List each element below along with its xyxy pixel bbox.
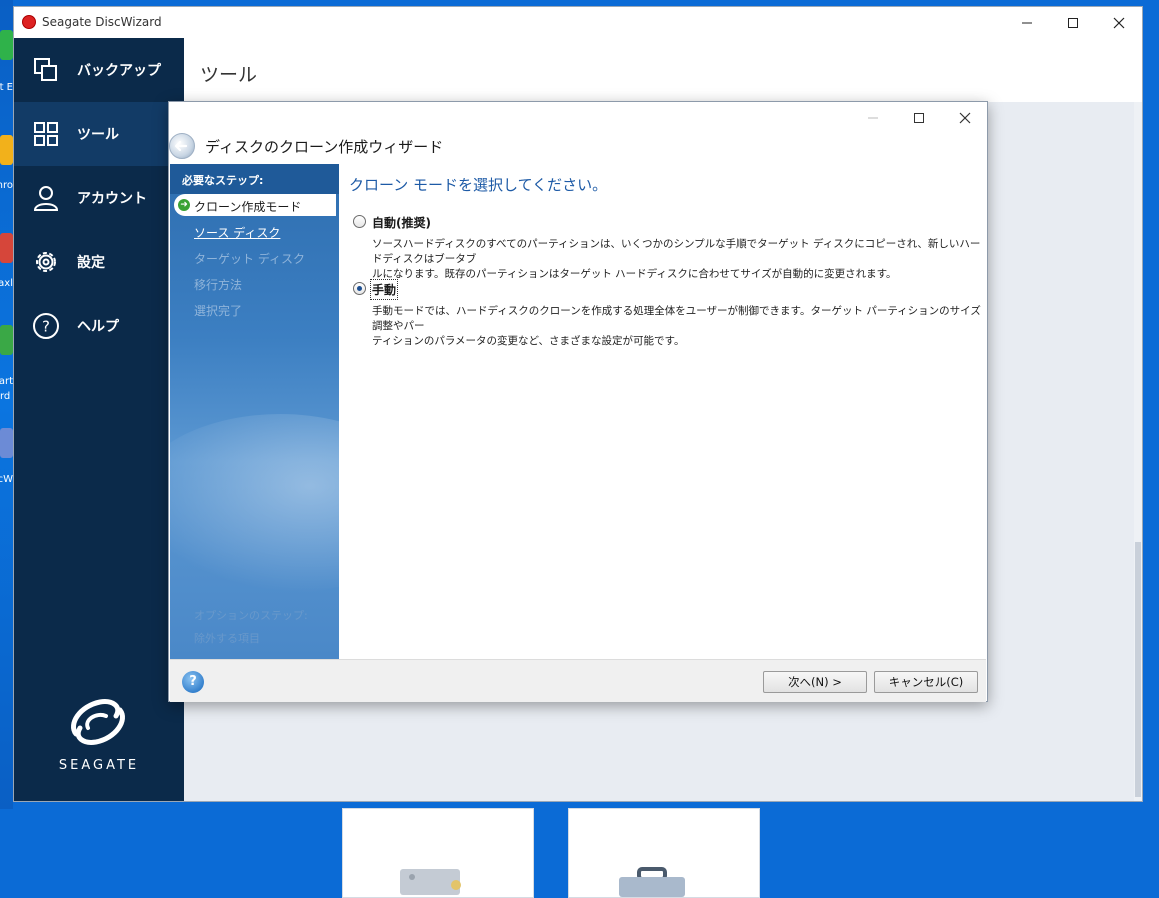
- tool-card[interactable]: [342, 808, 534, 898]
- desktop-shortcut-icon[interactable]: [0, 30, 13, 60]
- close-icon: [1113, 17, 1125, 28]
- wizard-content-pane: クローン モードを選択してください。 自動(推奨) ソースハードディスクのすべて…: [339, 164, 987, 659]
- app-logo-icon: [22, 15, 36, 29]
- desktop-shortcut-icon[interactable]: [0, 325, 13, 355]
- window-title: Seagate DiscWizard: [42, 15, 162, 29]
- sidebar-item-label: ツール: [77, 127, 119, 143]
- manual-mode-radio[interactable]: [353, 282, 366, 295]
- wizard-heading: クローン モードを選択してください。: [349, 176, 608, 194]
- wizard-steps-pane: 必要なステップ: ➜ クローン作成モード ソース ディスク ターゲット ディスク…: [170, 164, 339, 659]
- dialog-maximize-button[interactable]: [897, 106, 941, 130]
- step-finish: 選択完了: [194, 304, 243, 318]
- auto-mode-description: ソースハードディスクのすべてのパーティションは、いくつかのシンプルな手順でターゲ…: [372, 237, 982, 282]
- grid-icon: [34, 122, 58, 146]
- steps-header: 必要なステップ:: [170, 164, 339, 194]
- scrollbar[interactable]: [1134, 102, 1142, 801]
- auto-mode-label[interactable]: 自動(推奨): [372, 214, 431, 231]
- minimize-icon: [1022, 22, 1032, 23]
- sidebar-item-tools[interactable]: ツール: [14, 102, 184, 166]
- dialog-minimize-button[interactable]: [851, 106, 895, 130]
- wizard-title: ディスクのクローン作成ウィザード: [205, 138, 444, 156]
- desktop-shortcut-label: art: [0, 376, 13, 387]
- help-icon: ?: [33, 313, 59, 339]
- title-bar[interactable]: Seagate DiscWizard: [14, 7, 1142, 38]
- close-button[interactable]: [1096, 7, 1142, 38]
- desktop-shortcut-icon[interactable]: [0, 428, 13, 458]
- manual-mode-label[interactable]: 手動: [369, 279, 399, 300]
- sidebar-item-settings[interactable]: 設定: [14, 230, 184, 294]
- description-line: ルになります。既存のパーティションはターゲット ハードディスクに合わせてサイズが…: [372, 268, 897, 280]
- description-line: ティションのパラメータの変更など、さまざまな設定が可能です。: [372, 335, 685, 347]
- seagate-logo-icon: [71, 699, 125, 745]
- sidebar-item-account[interactable]: アカウント: [14, 166, 184, 230]
- step-clone-mode[interactable]: ➜ クローン作成モード: [174, 194, 336, 216]
- person-icon: [33, 186, 59, 211]
- auto-mode-radio[interactable]: [353, 215, 366, 228]
- dialog-close-button[interactable]: [943, 106, 987, 130]
- disk-icon: [400, 869, 461, 895]
- description-line: 手動モードでは、ハードディスクのクローンを作成する処理全体をユーザーが制御できま…: [372, 305, 981, 332]
- desktop-shortcut-label: cW: [0, 474, 13, 485]
- current-step-arrow-icon: ➜: [178, 199, 190, 211]
- tool-card[interactable]: [568, 808, 760, 898]
- cancel-button[interactable]: キャンセル(C): [874, 671, 978, 693]
- arrow-left-icon: [174, 140, 188, 152]
- minimize-icon: [868, 117, 878, 119]
- sidebar-item-label: バックアップ: [77, 63, 161, 79]
- svg-text:?: ?: [42, 318, 50, 336]
- step-exclude-items: 除外する項目: [194, 632, 260, 645]
- minimize-button[interactable]: [1004, 7, 1050, 38]
- close-icon: [959, 112, 971, 124]
- description-line: ソースハードディスクのすべてのパーティションは、いくつかのシンプルな手順でターゲ…: [372, 238, 981, 265]
- sidebar-item-help[interactable]: ? ヘルプ: [14, 294, 184, 358]
- gear-icon: [36, 252, 56, 272]
- sidebar-item-backup[interactable]: バックアップ: [14, 38, 184, 102]
- wizard-back-icon: [169, 133, 195, 159]
- copy-icon: [34, 58, 57, 81]
- brand-wordmark: SEAGATE: [58, 758, 140, 773]
- desktop-shortcut-label: rd: [0, 391, 11, 402]
- desktop-shortcut-label: axl: [0, 278, 13, 289]
- desktop-background: t E hro axl art rd cW: [0, 0, 13, 809]
- optional-steps-header: オプションのステップ:: [194, 609, 308, 622]
- clone-disk-wizard-dialog: ディスクのクローン作成ウィザード 必要なステップ: ➜ クローン作成モード ソー…: [168, 101, 988, 702]
- desktop-shortcut-icon[interactable]: [0, 135, 13, 165]
- step-migration-method: 移行方法: [194, 278, 243, 292]
- sidebar: バックアップ ツール アカウント 設定 ? ヘルプ SEAGATE: [14, 38, 184, 801]
- page-title: ツール: [200, 64, 258, 86]
- scrollbar-thumb[interactable]: [1135, 542, 1141, 797]
- desktop-shortcut-label: hro: [0, 180, 13, 191]
- wizard-footer: ? 次へ(N) > キャンセル(C): [170, 659, 986, 702]
- sidebar-item-label: アカウント: [77, 191, 147, 207]
- manual-mode-description: 手動モードでは、ハードディスクのクローンを作成する処理全体をユーザーが制御できま…: [372, 304, 982, 349]
- content-header: ツール: [184, 38, 1142, 102]
- maximize-icon: [1068, 17, 1078, 28]
- step-label: クローン作成モード: [194, 200, 302, 214]
- desktop-shortcut-icon[interactable]: [0, 233, 13, 263]
- step-target-disk: ターゲット ディスク: [194, 252, 305, 266]
- maximize-button[interactable]: [1050, 7, 1096, 38]
- toolbox-icon: [619, 867, 685, 897]
- maximize-icon: [914, 113, 924, 123]
- desktop-shortcut-label: t E: [0, 82, 13, 93]
- help-button[interactable]: ?: [182, 671, 204, 693]
- next-button[interactable]: 次へ(N) >: [763, 671, 867, 693]
- sidebar-item-label: 設定: [77, 255, 105, 271]
- steps-header-label: 必要なステップ:: [182, 174, 264, 187]
- decorative-wave: [170, 414, 339, 594]
- step-source-disk[interactable]: ソース ディスク: [194, 224, 280, 241]
- sidebar-item-label: ヘルプ: [77, 319, 119, 335]
